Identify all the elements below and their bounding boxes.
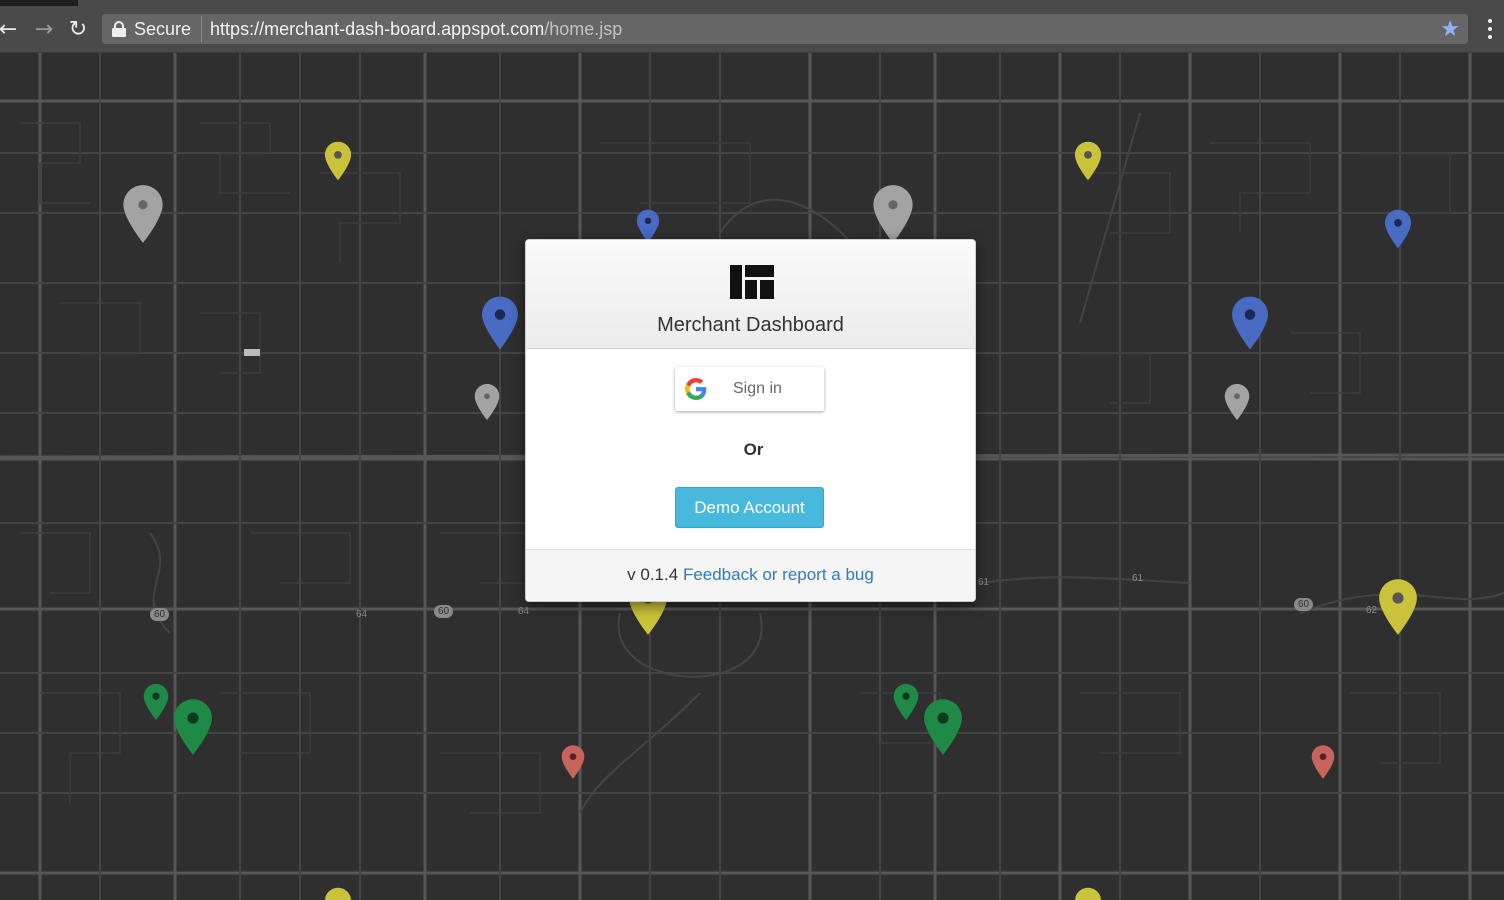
map-pin-yellow[interactable]: [1074, 141, 1102, 181]
map-pin-green[interactable]: [893, 683, 919, 721]
address-separator: [201, 16, 203, 42]
map-pin-green[interactable]: [923, 697, 963, 757]
map-pin-yellow[interactable]: [1378, 577, 1418, 637]
dashboard-logo-icon: [730, 265, 774, 299]
road-label: 61: [978, 577, 990, 588]
dialog-footer: v 0.1.4 Feedback or report a bug: [526, 549, 975, 601]
map-pin-red[interactable]: [561, 743, 585, 781]
dialog-header: Merchant Dashboard: [526, 240, 975, 349]
map-pin-gray[interactable]: [872, 184, 914, 244]
google-signin-label: Sign in: [733, 380, 782, 397]
map-pin-gray[interactable]: [474, 383, 500, 421]
address-bar[interactable]: Secure https://merchant-dash-board.appsp…: [102, 14, 1468, 44]
small-gray-marker: [244, 349, 260, 356]
road-label: 64: [518, 606, 530, 617]
map-pin-red[interactable]: [1311, 743, 1335, 781]
road-label: 64: [356, 609, 368, 620]
map-pin-blue[interactable]: [634, 209, 662, 243]
version-label: v 0.1.4: [627, 565, 679, 584]
road-shield: 60: [1294, 598, 1314, 611]
browser-toolbar: ← → ↻ Secure https://merchant-dash-board…: [0, 6, 1504, 53]
map-pin-blue[interactable]: [481, 294, 519, 352]
road-label: 62: [1366, 605, 1378, 616]
demo-account-button[interactable]: Demo Account: [675, 487, 824, 528]
google-g-icon: [685, 378, 707, 400]
browser-menu-icon[interactable]: [1482, 6, 1498, 52]
security-label: Secure: [134, 18, 192, 39]
map-pin-yellow[interactable]: [324, 887, 352, 900]
road-label: 61: [1132, 573, 1144, 584]
map-pin-blue[interactable]: [1231, 294, 1269, 352]
map-pin-yellow[interactable]: [324, 141, 352, 181]
forward-arrow-icon[interactable]: →: [30, 6, 58, 52]
map-pin-blue[interactable]: [1384, 209, 1412, 249]
road-shield: 60: [434, 605, 454, 618]
map-pin-gray[interactable]: [1224, 383, 1250, 421]
google-signin-button[interactable]: Sign in: [675, 367, 824, 411]
back-arrow-icon[interactable]: ←: [0, 6, 22, 52]
map-pin-gray[interactable]: [122, 184, 164, 244]
url-path: /home.jsp: [544, 18, 623, 39]
dialog-title: Merchant Dashboard: [657, 314, 844, 336]
reload-icon[interactable]: ↻: [64, 6, 92, 52]
road-shield: 60: [150, 608, 170, 621]
feedback-link[interactable]: Feedback or report a bug: [683, 565, 874, 584]
login-dialog: Merchant Dashboard Sign in Or Demo Accou…: [525, 239, 976, 602]
or-divider-label: Or: [743, 440, 764, 459]
map-pin-green[interactable]: [173, 697, 213, 757]
bookmark-star-icon[interactable]: ★: [1440, 17, 1460, 42]
map-pin-green[interactable]: [143, 683, 169, 721]
lock-icon: [112, 21, 126, 37]
map-pin-yellow[interactable]: [1074, 887, 1102, 900]
url-origin: https://merchant-dash-board.appspot.com: [210, 18, 545, 39]
